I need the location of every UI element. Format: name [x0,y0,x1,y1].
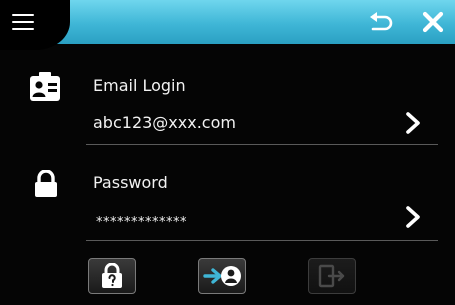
password-label: Password [93,173,168,192]
padlock-icon [35,170,57,197]
logout-door-icon [318,264,345,288]
lock-question-icon [102,263,122,288]
email-login-label: Email Login [93,76,186,95]
close-x-icon[interactable] [420,9,446,35]
email-divider [86,144,438,145]
login-button[interactable] [198,258,246,294]
password-divider [86,240,438,241]
password-value[interactable]: ************* [96,215,187,230]
login-screen: Email Login abc123@xxx.com Password ****… [0,0,455,305]
logout-button[interactable] [308,258,356,294]
email-value[interactable]: abc123@xxx.com [93,113,236,132]
forgot-password-button[interactable] [88,258,136,294]
password-chevron-right-icon[interactable] [404,205,422,229]
hamburger-menu-icon [12,13,34,31]
id-card-icon [30,72,60,101]
login-arrow-user-icon [203,266,241,286]
email-chevron-right-icon[interactable] [404,111,422,135]
back-arrow-icon[interactable] [368,10,394,34]
